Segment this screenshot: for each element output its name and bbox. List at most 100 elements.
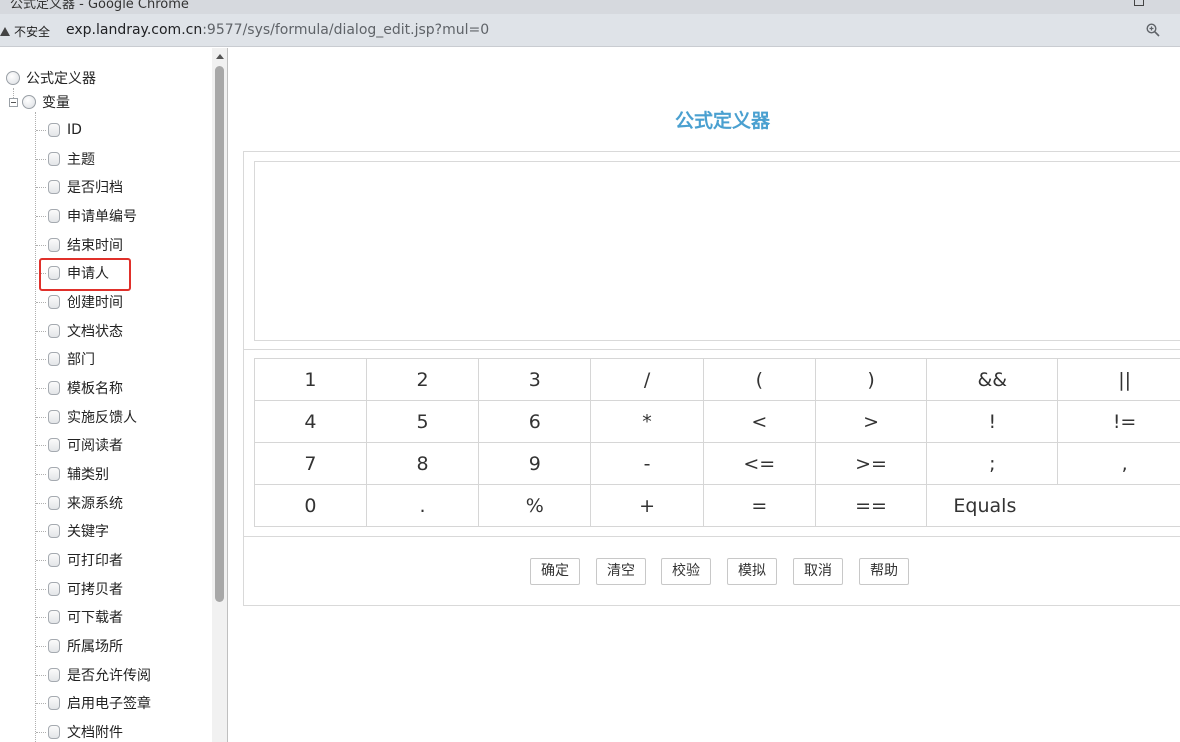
keypad-key[interactable]: ) xyxy=(814,358,928,401)
tree-item-label: 可打印者 xyxy=(67,552,123,569)
scrollbar-thumb[interactable] xyxy=(215,66,224,602)
field-node-icon xyxy=(48,581,60,596)
keypad-key[interactable]: - xyxy=(590,442,704,485)
tree-connector xyxy=(36,445,46,447)
keypad-key[interactable]: 0 xyxy=(254,484,367,527)
cancel-button[interactable]: 取消 xyxy=(793,558,843,585)
tree-item-label: 可阅读者 xyxy=(67,438,123,455)
keypad-key[interactable]: 7 xyxy=(254,442,367,485)
zoom-icon[interactable] xyxy=(1146,23,1160,37)
tree-item-label: 可拷贝者 xyxy=(67,581,123,598)
formula-input[interactable] xyxy=(254,161,1180,341)
tree-item[interactable]: 可打印者 xyxy=(48,548,123,572)
tree-group-variables[interactable]: 变量 xyxy=(9,90,70,114)
tree-item[interactable]: 可拷贝者 xyxy=(48,577,123,601)
keypad-key[interactable]: && xyxy=(926,358,1059,401)
confirm-button[interactable]: 确定 xyxy=(530,558,580,585)
tree-item[interactable]: 实施反馈人 xyxy=(48,405,137,429)
tree-item-label: ID xyxy=(67,122,82,138)
tree-item[interactable]: 文档状态 xyxy=(48,319,123,343)
keypad-key[interactable]: < xyxy=(702,400,816,443)
simulate-button[interactable]: 模拟 xyxy=(727,558,777,585)
tree-connector xyxy=(36,531,46,533)
scroll-up-icon[interactable] xyxy=(216,54,224,59)
keypad-key[interactable]: || xyxy=(1057,358,1180,401)
validate-button[interactable]: 校验 xyxy=(661,558,711,585)
keypad-row: 1 2 3/() && || xyxy=(254,358,1180,401)
tree-item[interactable]: 主题 xyxy=(48,147,95,171)
tree-item[interactable]: 可阅读者 xyxy=(48,433,123,457)
tree-item-label: 实施反馈人 xyxy=(67,409,137,426)
keypad-key[interactable]: ! xyxy=(926,400,1059,443)
keypad-key[interactable]: % xyxy=(478,484,592,527)
tree-item[interactable]: 来源系统 xyxy=(48,491,123,515)
field-node-icon xyxy=(48,495,60,510)
tree-item[interactable]: 文档附件 xyxy=(48,720,123,742)
keypad-key[interactable]: 9 xyxy=(478,442,592,485)
field-node-icon xyxy=(48,380,60,395)
keypad-key[interactable]: 8 xyxy=(365,442,480,485)
keypad-key[interactable]: * xyxy=(590,400,704,443)
tree-item[interactable]: 关键字 xyxy=(48,519,109,543)
keypad-key[interactable]: 2 xyxy=(365,358,480,401)
restore-window-icon[interactable] xyxy=(1134,0,1144,6)
field-node-icon xyxy=(48,237,60,252)
tree-item[interactable]: 结束时间 xyxy=(48,233,123,257)
tree-connector xyxy=(36,215,46,217)
tree-item-label: 可下载者 xyxy=(67,610,123,627)
tree-item[interactable]: 是否归档 xyxy=(48,175,123,199)
field-node-icon xyxy=(48,438,60,453)
tree-item[interactable]: 是否允许传阅 xyxy=(48,663,151,687)
keypad-key[interactable]: 6 xyxy=(478,400,592,443)
operator-keypad: 1 2 3/() && || 4 5 6 * < >! != 7 8 9- <= >=;, 0.% + = == Equa… xyxy=(254,358,1180,527)
tree-item-label: 结束时间 xyxy=(67,237,123,254)
folder-node-icon xyxy=(22,95,36,109)
tree-item[interactable]: ID xyxy=(48,118,82,142)
tree-connector xyxy=(36,674,46,676)
field-node-icon xyxy=(48,180,60,195)
keypad-key[interactable]: + xyxy=(590,484,704,527)
keypad-key[interactable]: 5 xyxy=(365,400,480,443)
tree-item[interactable]: 创建时间 xyxy=(48,290,123,314)
editor-frame: 1 2 3/() && || 4 5 6 * < >! != 7 8 9- <= >=;, 0.% + = == Equa… xyxy=(243,151,1180,606)
url-text[interactable]: exp.landray.com.cn:9577/sys/formula/dial… xyxy=(66,22,489,38)
security-indicator[interactable]: 不安全 xyxy=(0,20,56,42)
tree-item[interactable]: 辅类别 xyxy=(48,462,109,486)
keypad-key[interactable]: ; xyxy=(926,442,1059,485)
collapse-icon[interactable] xyxy=(9,97,18,107)
keypad-key[interactable]: <= xyxy=(702,442,816,485)
keypad-key[interactable]: > xyxy=(814,400,928,443)
keypad-key[interactable]: 1 xyxy=(254,358,367,401)
tree-item[interactable]: 启用电子签章 xyxy=(48,691,151,715)
tree-item[interactable]: 部门 xyxy=(48,347,95,371)
keypad-key[interactable]: == xyxy=(814,484,928,527)
tree-root[interactable]: 公式定义器 xyxy=(6,66,96,90)
keypad-key[interactable]: . xyxy=(365,484,480,527)
tree-item-label: 是否归档 xyxy=(67,180,123,197)
help-button[interactable]: 帮助 xyxy=(859,558,909,585)
keypad-key[interactable]: Equals xyxy=(926,484,1180,527)
tree-connector xyxy=(36,130,46,131)
clear-button[interactable]: 清空 xyxy=(596,558,646,585)
action-buttons: 确定 清空 校验 模拟 取消 帮助 xyxy=(244,558,1180,586)
keypad-key[interactable]: != xyxy=(1057,400,1180,443)
keypad-key[interactable]: >= xyxy=(814,442,928,485)
formula-main-panel: 公式定义器 1 2 3/() && || 4 5 6 * < >! != 7 8 9- <= >=;, 0.% + =… xyxy=(229,48,1180,742)
keypad-key[interactable]: / xyxy=(590,358,704,401)
keypad-key[interactable]: ( xyxy=(702,358,816,401)
tree-item[interactable]: 所属场所 xyxy=(48,634,123,658)
tree-item[interactable]: 申请单编号 xyxy=(48,204,137,228)
variable-tree-panel: 公式定义器 变量 ID 主题 是否归档 申请单编号 结束时间 申请人 创建时间 文档状态 部门模… xyxy=(0,48,228,742)
tree-scrollbar[interactable] xyxy=(212,48,227,742)
highlight-box xyxy=(39,258,131,291)
window-titlebar: 公式定义器 - Google Chrome xyxy=(0,0,1180,14)
keypad-key[interactable]: , xyxy=(1057,442,1180,485)
keypad-key[interactable]: 4 xyxy=(254,400,367,443)
keypad-row: 0.% + = == Equals xyxy=(254,484,1180,527)
tree-connector xyxy=(36,559,46,561)
keypad-key[interactable]: = xyxy=(702,484,816,527)
tree-item[interactable]: 模板名称 xyxy=(48,376,123,400)
keypad-key[interactable]: 3 xyxy=(478,358,592,401)
address-bar[interactable]: 不安全 exp.landray.com.cn:9577/sys/formula/… xyxy=(0,14,1180,47)
tree-item[interactable]: 可下载者 xyxy=(48,605,123,629)
